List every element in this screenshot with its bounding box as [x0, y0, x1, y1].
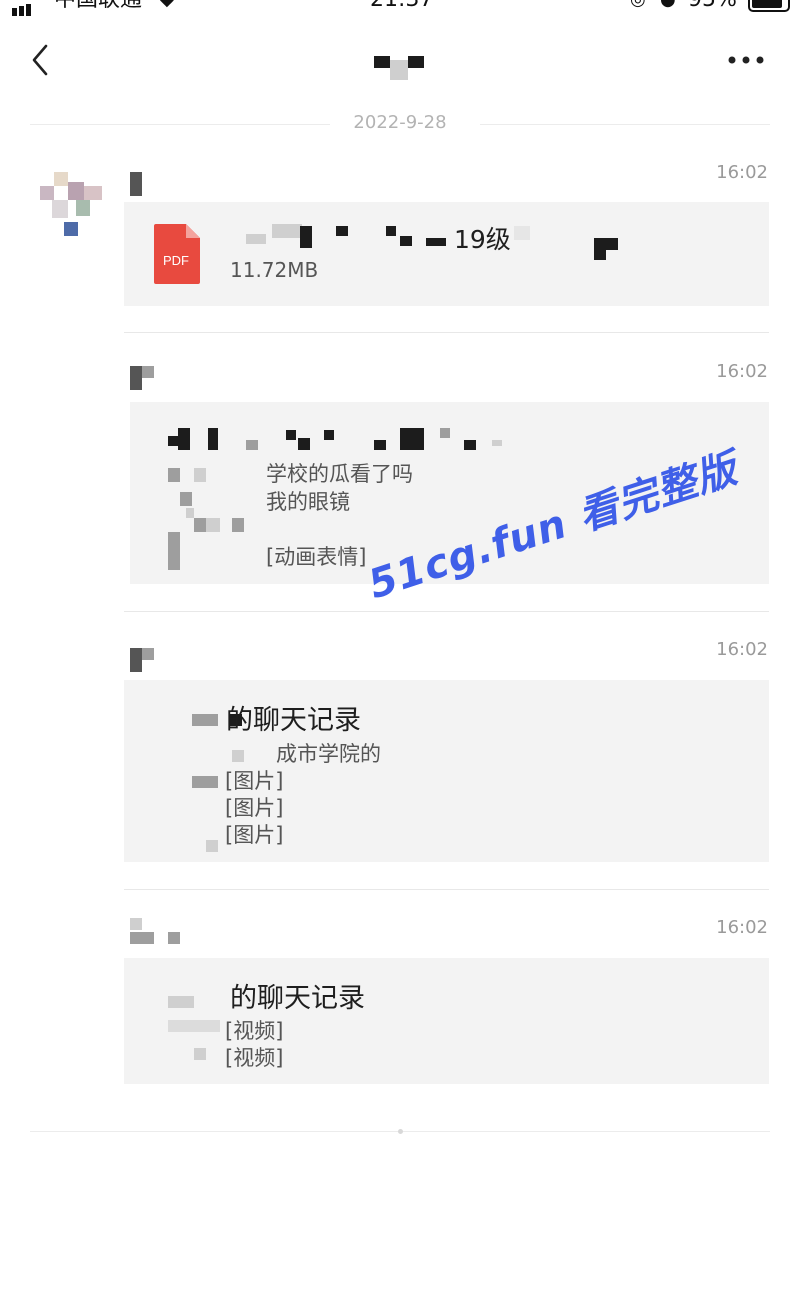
file-name: 19级	[244, 220, 624, 260]
more-button[interactable]	[724, 48, 768, 72]
battery-icon	[748, 0, 790, 12]
message-time: 16:02	[716, 162, 768, 183]
alarm-icon: ●	[660, 0, 676, 11]
message-line: 学校的瓜看了吗	[266, 462, 413, 486]
message-line: 我的眼镜	[266, 490, 350, 514]
pixelated-text-block	[166, 994, 226, 1074]
file-name-fragment: 19级	[454, 225, 511, 254]
sender-name-pixelated	[130, 172, 142, 196]
message-separator	[124, 889, 769, 890]
date-divider: 2022-9-28	[353, 112, 447, 133]
chevron-left-icon	[32, 44, 48, 76]
message-separator	[124, 332, 769, 333]
chat-history-title: 的聊天记录	[226, 705, 361, 736]
message-line: 成市学院的	[276, 742, 381, 766]
sticker-placeholder: [动画表情]	[266, 545, 367, 569]
chat-title-pixelated	[372, 52, 428, 82]
clock: 21:37	[370, 0, 433, 11]
video-placeholder: [视频]	[225, 1019, 284, 1043]
end-dot	[398, 1129, 403, 1134]
message-time: 16:02	[716, 917, 768, 938]
video-placeholder: [视频]	[225, 1046, 284, 1070]
image-placeholder: [图片]	[225, 796, 284, 820]
sender-name-pixelated	[130, 366, 154, 390]
battery-percent: 95%	[688, 0, 737, 11]
status-bar: 中国联通 ◆ 21:37 ◎ ● 95%	[0, 0, 800, 16]
date-divider-line-right	[480, 124, 770, 125]
sender-name-pixelated	[130, 918, 190, 946]
avatar-pixelated[interactable]	[36, 172, 106, 238]
chat-history-title: 的聊天记录	[230, 983, 365, 1014]
pdf-label: PDF	[163, 253, 189, 268]
file-size: 11.72MB	[230, 258, 319, 282]
message-time: 16:02	[716, 361, 768, 382]
wifi-icon: ◆	[160, 0, 174, 11]
more-dots-icon	[728, 56, 764, 64]
message-separator	[124, 611, 769, 612]
location-icon: ◎	[630, 0, 646, 11]
back-button[interactable]	[28, 40, 58, 80]
image-placeholder: [图片]	[225, 769, 284, 793]
carrier-label: 中国联通	[54, 0, 142, 11]
sender-name-pixelated	[130, 648, 154, 672]
message-time: 16:02	[716, 639, 768, 660]
image-placeholder: [图片]	[225, 823, 284, 847]
pdf-file-icon: PDF	[154, 224, 200, 284]
signal-icon	[12, 0, 33, 16]
